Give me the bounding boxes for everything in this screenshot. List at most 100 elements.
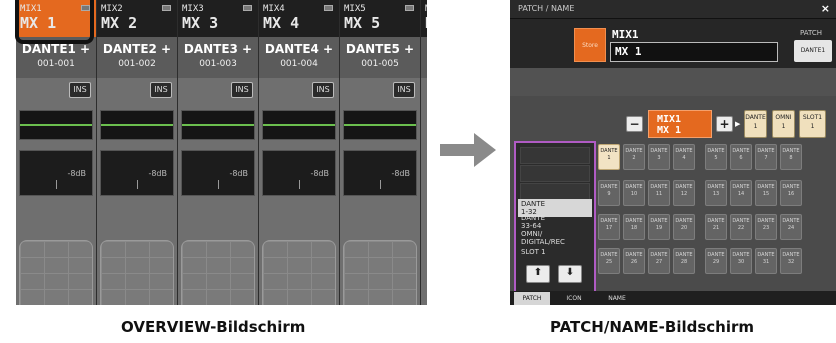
input-port-range: 001-002 [118,59,156,69]
eq-display[interactable] [262,110,336,140]
scroll-up-button[interactable]: ⬆ [526,265,550,283]
channel-number: MIX4 [263,4,285,14]
category-item[interactable]: SLOT 1 [518,247,592,257]
fader-area[interactable] [343,240,417,305]
port-button[interactable]: DANTE 2 [623,144,645,170]
port-button[interactable]: DANTE 23 [755,214,777,240]
port-button-type: DANTE [757,218,775,224]
send-level-display[interactable]: -8dB [262,150,336,196]
port-button[interactable]: DANTE 28 [673,248,695,274]
input-port-field[interactable] [421,37,427,78]
channel-name-button[interactable]: MIX4 MX 4 [259,0,339,37]
channel-name-field[interactable]: MX 1 [610,42,778,62]
channel-name-button[interactable]: MN [421,0,427,37]
port-button[interactable]: DANTE 8 [780,144,802,170]
eq-curve [20,124,92,126]
tab-icon[interactable]: ICON [560,292,588,305]
insert-button[interactable]: INS [150,82,172,98]
port-button[interactable]: DANTE 22 [730,214,752,240]
channel-strip: MIX4 MX 4 DANTE4 + 001-004 INS -8dB [259,0,340,305]
channel-name: MX 3 [182,14,219,32]
fader-area[interactable] [19,240,93,305]
port-button[interactable]: DANTE 3 [648,144,670,170]
port-button[interactable]: DANTE 10 [623,180,645,206]
port-button[interactable]: DANTE 32 [780,248,802,274]
previous-channel-button[interactable]: − [626,116,643,132]
insert-button[interactable]: INS [231,82,253,98]
channel-selector[interactable]: MIX1 MX 1 [648,110,712,138]
port-button[interactable]: DANTE 13 [705,180,727,206]
input-port-field[interactable]: DANTE5 + 001-005 [340,37,420,78]
send-level-display[interactable]: -8dB [343,150,417,196]
port-button-type: DANTE [650,148,668,154]
eq-display[interactable] [19,110,93,140]
port-button-number: 10 [630,191,638,197]
port-button[interactable]: DANTE 17 [598,214,620,240]
channel-name-button[interactable]: MIX2 MX 2 [97,0,177,37]
category-item[interactable]: OMNI/DIGITAL/REC [518,229,592,247]
window-title: PATCH / NAME [518,4,575,13]
store-button[interactable]: Store [574,28,606,62]
port-button[interactable]: DANTE 15 [755,180,777,206]
eq-display[interactable] [100,110,174,140]
insert-button[interactable]: INS [69,82,91,98]
port-button-type: DANTE [625,218,643,224]
port-button[interactable]: DANTE 18 [623,214,645,240]
port-button-number: 7 [764,155,768,161]
next-channel-button[interactable]: + [716,116,733,132]
patch-button[interactable]: DANTE1 [794,40,832,62]
port-button[interactable]: DANTE 5 [705,144,727,170]
assigned-port-button[interactable]: DANTE 1 [744,110,767,138]
port-button-type: DANTE [650,184,668,190]
tab-name[interactable]: NAME [600,292,634,305]
port-button[interactable]: DANTE 11 [648,180,670,206]
page-icon [405,5,414,11]
port-button[interactable]: DANTE 29 [705,248,727,274]
eq-display[interactable] [181,110,255,140]
port-button[interactable]: DANTE 20 [673,214,695,240]
assigned-port-button[interactable]: SLOT1 1 [799,110,826,138]
channel-strip: MIX1 MX 1 DANTE1 +001-001 INS -8dB [16,0,97,305]
channel-strip: MIX5 MX 5 DANTE5 + 001-005 INS -8dB [340,0,421,305]
port-button[interactable]: DANTE 12 [673,180,695,206]
eq-curve [263,124,335,126]
fader-area[interactable] [262,240,336,305]
channel-number: MIX3 [182,4,204,14]
port-button[interactable]: DANTE 24 [780,214,802,240]
port-button[interactable]: DANTE 26 [623,248,645,274]
port-button[interactable]: DANTE 7 [755,144,777,170]
port-button[interactable]: DANTE 16 [780,180,802,206]
assigned-port-button[interactable]: OMNI 1 [772,110,795,138]
tab-patch[interactable]: PATCH [514,292,550,305]
port-button[interactable]: DANTE 14 [730,180,752,206]
fader-area[interactable] [181,240,255,305]
port-button[interactable]: DANTE 25 [598,248,620,274]
fader-area[interactable] [100,240,174,305]
port-button[interactable]: DANTE 1 [598,144,620,170]
port-button[interactable]: DANTE 19 [648,214,670,240]
input-port-field[interactable]: DANTE4 + 001-004 [259,37,339,78]
overview-screen: MIX1 MX 1 DANTE1 +001-001 INS -8dB MIX2 MX 2 DA… [16,0,427,305]
port-button-number: 3 [657,155,661,161]
close-icon[interactable]: × [821,2,830,15]
send-level-display[interactable]: -8dB [181,150,255,196]
port-button[interactable]: DANTE 4 [673,144,695,170]
port-button[interactable]: DANTE 21 [705,214,727,240]
port-button[interactable]: DANTE 6 [730,144,752,170]
channel-name-button[interactable]: MIX5 MX 5 [340,0,420,37]
port-button[interactable]: DANTE 30 [730,248,752,274]
channel-name-button[interactable]: MIX3 MX 3 [178,0,258,37]
send-level-display[interactable]: -8dB [100,150,174,196]
insert-button[interactable]: INS [393,82,415,98]
port-button[interactable]: DANTE 27 [648,248,670,274]
input-port-field[interactable]: DANTE3 + 001-003 [178,37,258,78]
port-button[interactable]: DANTE 31 [755,248,777,274]
eq-display[interactable] [343,110,417,140]
input-port-field[interactable]: DANTE2 + 001-002 [97,37,177,78]
scroll-down-button[interactable]: ⬇ [558,265,582,283]
assigned-port-number: 1 [810,123,815,130]
send-level-display[interactable]: -8dB [19,150,93,196]
category-item-label: SLOT 1 [521,248,546,256]
insert-button[interactable]: INS [312,82,334,98]
port-button[interactable]: DANTE 9 [598,180,620,206]
